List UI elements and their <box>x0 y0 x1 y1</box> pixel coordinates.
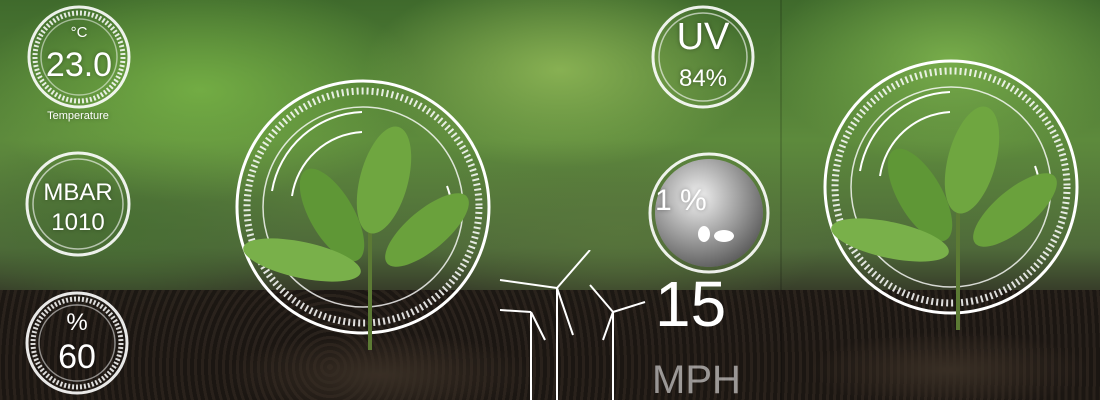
temperature-value: 23.0 <box>45 46 113 84</box>
seedling-left-icon <box>243 126 469 350</box>
wind-turbine-icon <box>499 250 646 400</box>
humidity-value: 60 <box>58 338 96 376</box>
pest-value: 1 % <box>655 184 707 217</box>
uv-value: 84% <box>678 65 728 92</box>
temperature-label: Temperature <box>47 110 109 122</box>
wind-speed-value: 15 <box>655 268 727 340</box>
uv-gauge: UV 84% <box>648 2 758 112</box>
pressure-gauge: MBAR 1010 <box>22 148 134 260</box>
scene: °C 23.0 Temperature MBAR 1010 % 60 UV 84… <box>0 0 1100 400</box>
wind-speed-unit: MPH <box>652 358 741 400</box>
pressure-unit: MBAR <box>43 179 113 206</box>
seedling-right-icon <box>831 106 1057 330</box>
humidity-unit: % <box>66 309 88 336</box>
uv-unit: UV <box>676 16 730 58</box>
temperature-unit: °C <box>70 24 88 41</box>
humidity-gauge: % 60 <box>22 288 132 398</box>
panel-divider <box>780 0 782 400</box>
pressure-value: 1010 <box>51 209 105 236</box>
insect-icon <box>698 226 734 242</box>
temperature-gauge: °C 23.0 <box>24 2 134 112</box>
